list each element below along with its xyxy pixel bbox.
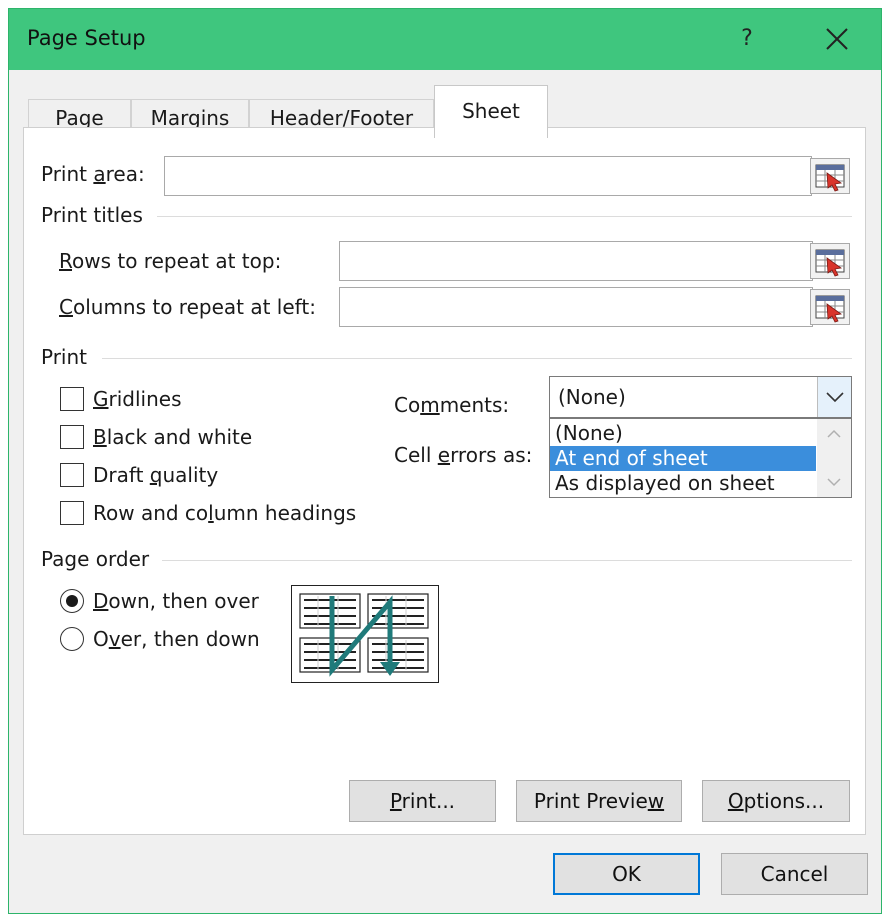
row-column-headings-checkbox[interactable] xyxy=(60,501,84,525)
dropdown-option-end-of-sheet[interactable]: At end of sheet xyxy=(550,446,816,471)
down-then-over-radio[interactable] xyxy=(60,589,84,613)
columns-repeat-range-button[interactable] xyxy=(810,289,850,325)
radio-selected-dot xyxy=(66,595,78,607)
tab-sheet[interactable]: Sheet xyxy=(434,85,548,138)
comments-dropdown-list: (None) At end of sheet As displayed on s… xyxy=(549,418,852,498)
tab-label: Sheet xyxy=(462,99,520,123)
comments-combobox[interactable]: (None) xyxy=(549,376,852,418)
print-preview-button[interactable]: Print Preview xyxy=(516,780,682,822)
comments-dropdown-toggle[interactable] xyxy=(817,377,851,417)
cell-errors-label: Cell errors as: xyxy=(394,443,533,467)
chevron-down-icon xyxy=(826,392,844,403)
chevron-up-icon[interactable] xyxy=(817,421,851,447)
gridlines-label[interactable]: Gridlines xyxy=(93,387,182,411)
range-select-icon xyxy=(815,164,845,192)
black-white-checkbox[interactable] xyxy=(60,425,84,449)
dropdown-option-none[interactable]: (None) xyxy=(550,421,816,446)
page-order-separator xyxy=(162,560,852,561)
cancel-button[interactable]: Cancel xyxy=(721,853,868,895)
chevron-down-icon[interactable] xyxy=(817,469,851,495)
black-white-label[interactable]: Black and white xyxy=(93,425,252,449)
dialog-title: Page Setup xyxy=(27,26,146,50)
page-setup-dialog: Page Setup ? Page Margins Header/Footer … xyxy=(8,8,882,914)
help-button[interactable]: ? xyxy=(725,19,769,59)
options-button[interactable]: Options... xyxy=(702,780,850,822)
page-order-icon xyxy=(299,593,429,677)
row-column-headings-label[interactable]: Row and column headings xyxy=(93,501,356,525)
comments-label: Comments: xyxy=(394,393,510,417)
down-then-over-label[interactable]: Down, then over xyxy=(93,589,259,613)
draft-quality-checkbox[interactable] xyxy=(60,463,84,487)
rows-repeat-range-button[interactable] xyxy=(810,243,850,279)
print-area-label: Print area: xyxy=(41,162,145,186)
ok-button[interactable]: OK xyxy=(553,853,700,895)
gridlines-checkbox[interactable] xyxy=(60,387,84,411)
title-bar[interactable]: Page Setup ? xyxy=(9,9,881,70)
range-select-icon xyxy=(815,295,845,323)
page-order-preview xyxy=(291,585,439,683)
range-select-icon xyxy=(815,249,845,277)
print-separator xyxy=(102,358,852,359)
dropdown-scrollbar[interactable] xyxy=(817,419,851,497)
print-area-range-button[interactable] xyxy=(810,158,850,194)
columns-repeat-input[interactable] xyxy=(339,287,813,327)
close-button[interactable] xyxy=(809,19,865,59)
rows-repeat-input[interactable] xyxy=(339,241,813,281)
print-titles-separator xyxy=(157,216,852,217)
close-icon xyxy=(826,28,848,50)
comments-selected-value: (None) xyxy=(558,385,626,409)
rows-repeat-label: Rows to repeat at top: xyxy=(59,249,282,273)
draft-quality-label[interactable]: Draft quality xyxy=(93,463,218,487)
print-button[interactable]: Print... xyxy=(349,780,496,822)
over-then-down-label[interactable]: Over, then down xyxy=(93,627,260,651)
print-titles-heading: Print titles xyxy=(41,203,143,227)
over-then-down-radio[interactable] xyxy=(60,627,84,651)
print-area-input[interactable] xyxy=(164,156,812,196)
page-order-heading: Page order xyxy=(41,547,150,571)
dropdown-option-as-displayed[interactable]: As displayed on sheet xyxy=(550,471,816,496)
columns-repeat-label: Columns to repeat at left: xyxy=(59,295,316,319)
print-heading: Print xyxy=(41,345,88,369)
